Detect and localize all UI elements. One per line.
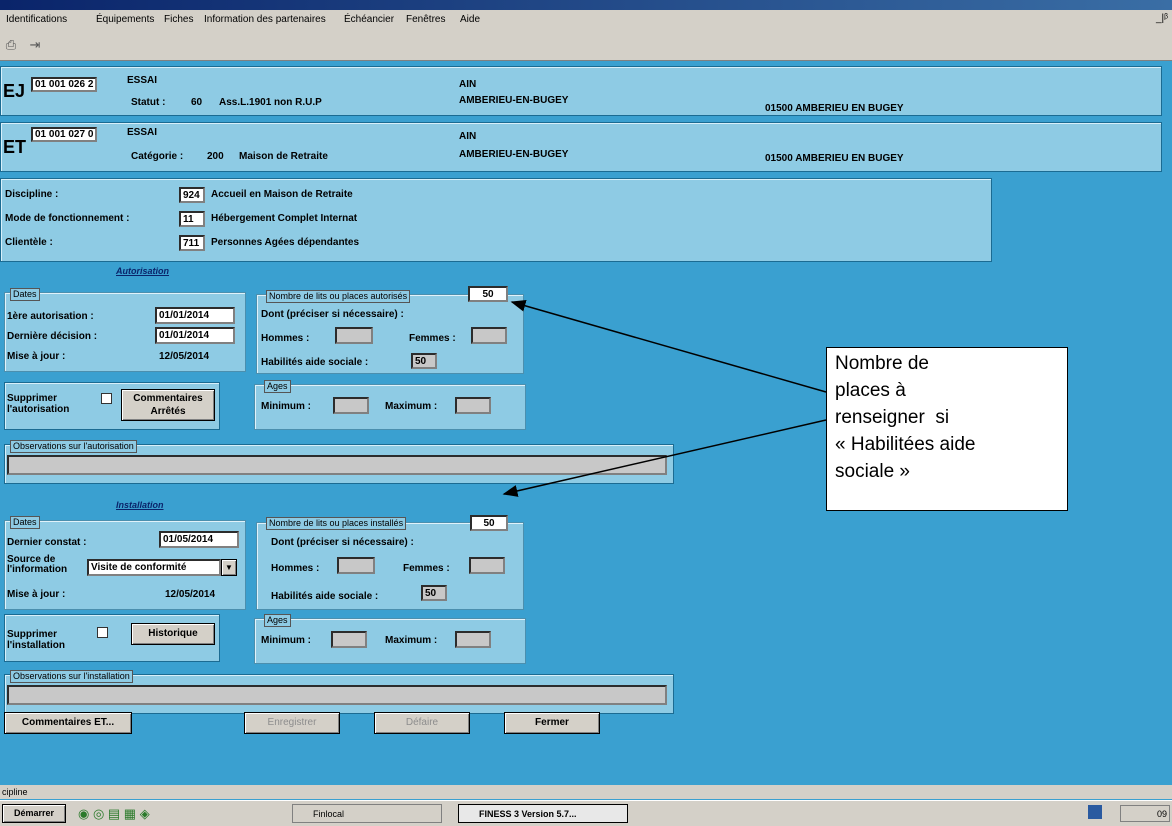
system-clock: 09 [1120, 805, 1170, 822]
arrow-to-installation [502, 419, 827, 497]
annotation-arrows [502, 299, 827, 497]
status-bar: cipline [0, 785, 1172, 799]
task-finlocal[interactable]: Finlocal [292, 804, 442, 823]
tray-icon[interactable] [1088, 805, 1102, 819]
quicklaunch-icon[interactable]: ◉ ◎ ▤ ▦ ◈ [78, 806, 150, 822]
start-button[interactable]: Démarrer [2, 804, 66, 823]
taskbar: Démarrer ◉ ◎ ▤ ▦ ◈ Finlocal FINESS 3 Ver… [0, 800, 1172, 826]
task-finess[interactable]: FINESS 3 Version 5.7... [458, 804, 628, 823]
arrow-to-autorisation [510, 299, 827, 393]
